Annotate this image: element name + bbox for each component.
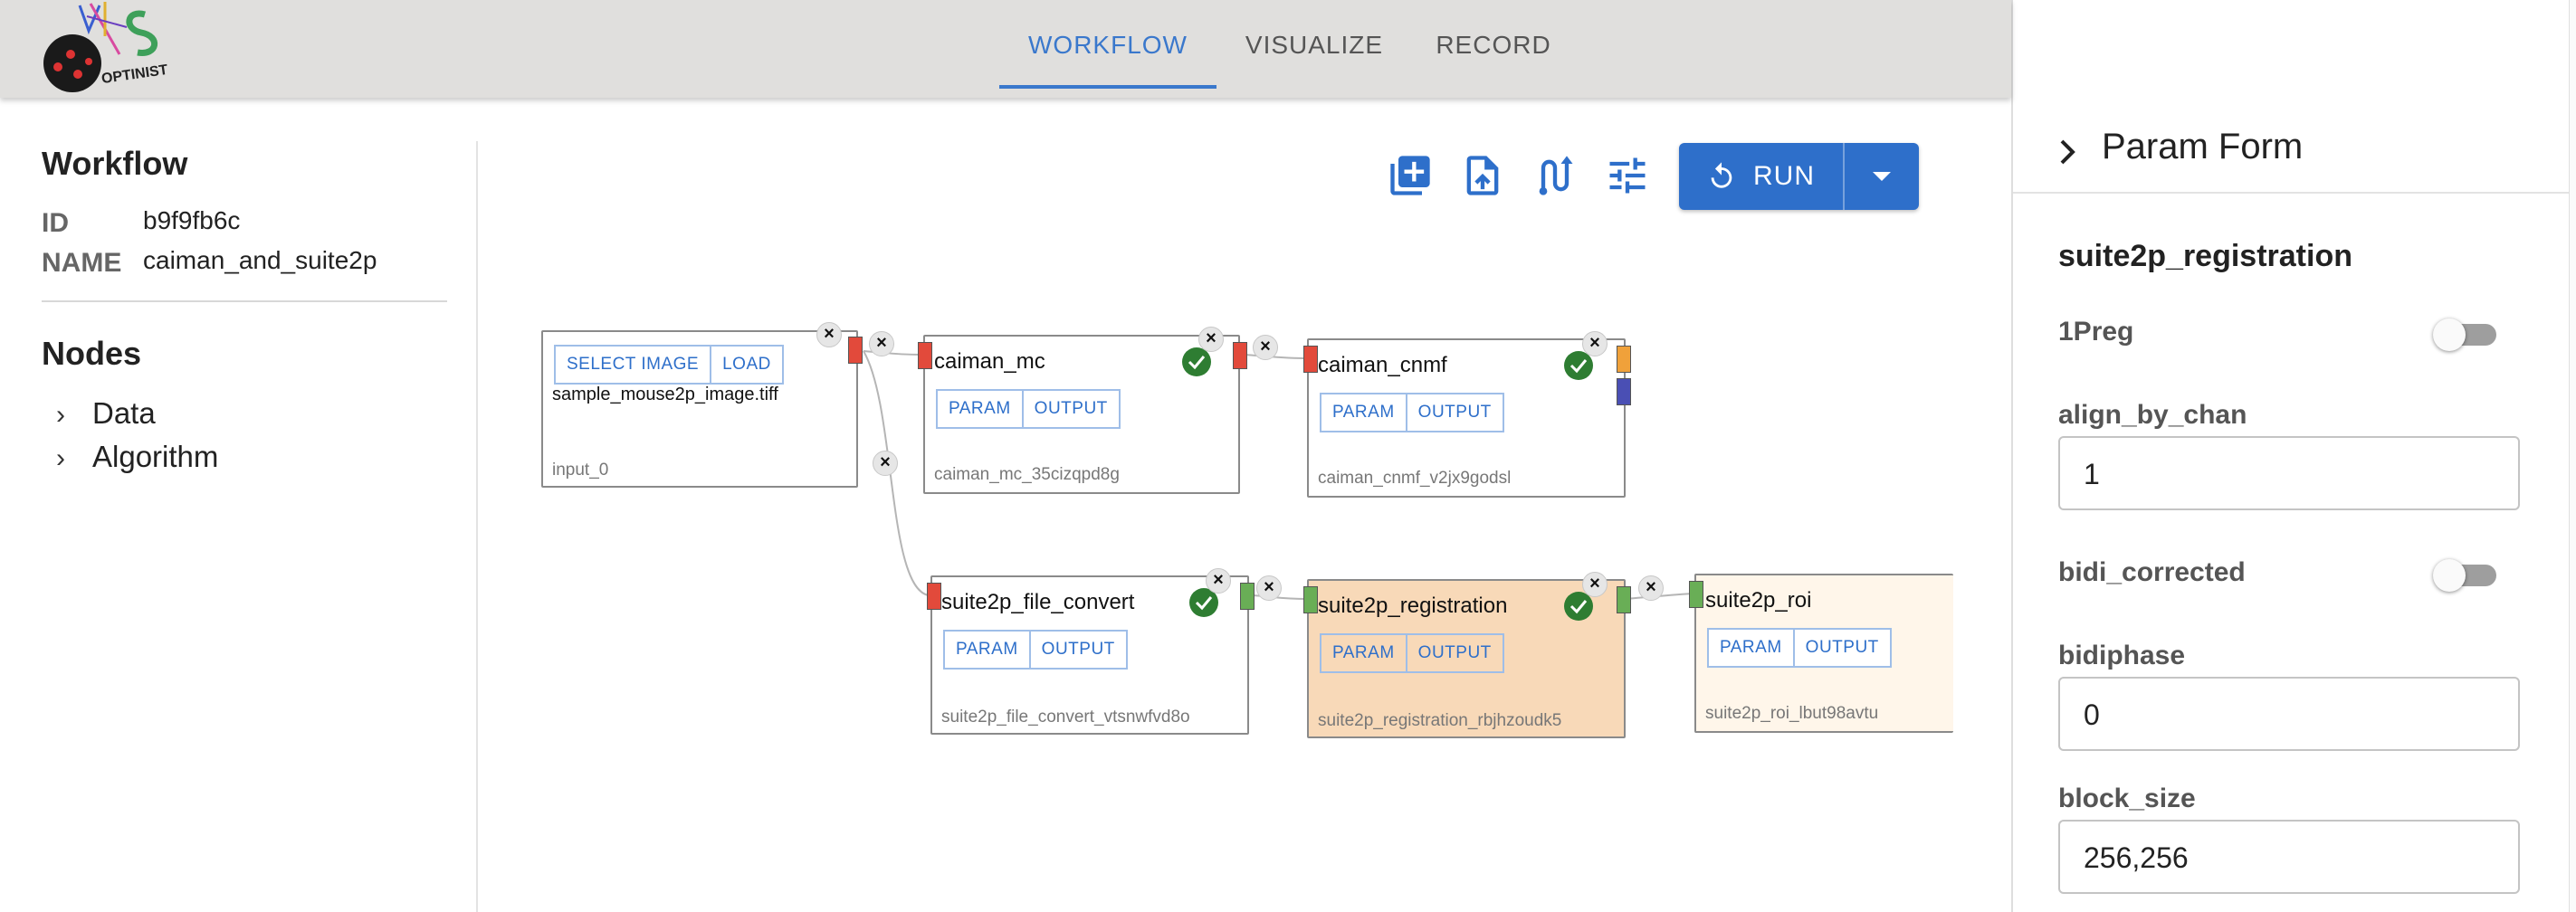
delete-node-icon[interactable]: × <box>1198 327 1224 352</box>
success-check-icon <box>1564 592 1593 621</box>
workflow-heading: Workflow <box>42 145 188 182</box>
output-button[interactable]: OUTPUT <box>1407 633 1504 673</box>
output-handle[interactable] <box>1617 378 1631 405</box>
run-label: RUN <box>1753 161 1815 191</box>
tab-workflow[interactable]: WORKFLOW <box>999 31 1216 59</box>
param-label-1preg: 1Preg <box>2058 317 2134 347</box>
input-handle[interactable] <box>927 583 941 610</box>
output-handle[interactable] <box>1617 586 1631 613</box>
workflow-id-value: b9f9fb6c <box>143 206 241 234</box>
input-handle[interactable] <box>1689 581 1703 608</box>
input-handle[interactable] <box>1303 346 1318 373</box>
param-form-header[interactable]: Param Form <box>2013 118 2576 194</box>
tab-visualize[interactable]: VISUALIZE <box>1224 31 1405 59</box>
delete-edge-icon[interactable]: × <box>1253 335 1278 360</box>
delete-edge-icon[interactable]: × <box>1638 575 1664 601</box>
delete-edge-icon[interactable]: × <box>1256 575 1282 601</box>
param-button[interactable]: PARAM <box>1320 393 1407 432</box>
algo-node-suite2p-roi[interactable]: suite2p_roi PARAM OUTPUT suite2p_roi_lbu… <box>1694 574 1953 733</box>
output-button[interactable]: OUTPUT <box>1023 389 1121 429</box>
caret-down-icon <box>1873 172 1891 181</box>
scrollbar[interactable] <box>2569 0 2576 912</box>
delete-node-icon[interactable]: × <box>816 322 842 347</box>
param-label-bidiphase: bidiphase <box>2058 641 2186 670</box>
node-id: caiman_cnmf_v2jx9godsl <box>1318 469 1512 488</box>
active-tab-indicator <box>999 85 1216 89</box>
run-button[interactable]: RUN <box>1679 143 1919 210</box>
output-button[interactable]: OUTPUT <box>1030 630 1128 670</box>
param-form-panel: Param Form suite2p_registration 1Preg al… <box>2011 0 2576 912</box>
tree-item-algorithm[interactable]: › Algorithm <box>56 440 218 476</box>
run-dropdown-button[interactable] <box>1845 143 1919 210</box>
delete-edge-icon[interactable]: × <box>869 331 894 356</box>
param-button[interactable]: PARAM <box>943 630 1031 670</box>
tree-item-data[interactable]: › Data <box>56 396 156 432</box>
output-handle[interactable] <box>1233 342 1247 369</box>
panel-divider <box>476 141 478 912</box>
param-label-align-by-chan: align_by_chan <box>2058 400 2247 430</box>
node-id: caiman_mc_35cizqpd8g <box>934 465 1120 484</box>
output-handle[interactable] <box>1240 583 1255 610</box>
param-button[interactable]: PARAM <box>936 389 1024 429</box>
workflow-name-value: caiman_and_suite2p <box>143 246 377 274</box>
param-input-block-size[interactable]: 256,256 <box>2058 820 2520 894</box>
node-id: input_0 <box>552 461 609 480</box>
success-check-icon <box>1564 351 1593 380</box>
node-title: suite2p_roi <box>1705 588 1812 613</box>
param-toggle-1preg[interactable] <box>2433 315 2502 351</box>
select-image-button[interactable]: SELECT IMAGE <box>554 345 712 385</box>
add-box-icon[interactable] <box>1387 152 1434 199</box>
nodes-heading: Nodes <box>42 335 142 372</box>
output-button[interactable]: OUTPUT <box>1794 628 1892 668</box>
left-panel: Workflow ID b9f9fb6c NAME caiman_and_sui… <box>0 98 476 912</box>
run-main-button[interactable]: RUN <box>1679 143 1842 210</box>
replay-icon <box>1711 162 1732 188</box>
param-button[interactable]: PARAM <box>1707 628 1795 668</box>
node-id: suite2p_roi_lbut98avtu <box>1705 704 1879 723</box>
delete-node-icon[interactable]: × <box>1206 568 1231 594</box>
chevron-right-icon[interactable] <box>2055 134 2080 170</box>
node-title: suite2p_file_convert <box>941 590 1135 614</box>
route-icon[interactable] <box>1531 152 1579 199</box>
node-id: suite2p_file_convert_vtsnwfvd8o <box>941 708 1190 727</box>
tree-item-label: Data <box>92 396 156 430</box>
workflow-id-label: ID <box>42 208 69 238</box>
load-button[interactable]: LOAD <box>711 345 784 385</box>
success-check-icon <box>1182 347 1211 376</box>
node-title: caiman_cnmf <box>1318 353 1447 377</box>
algorithm-name: suite2p_registration <box>2058 239 2352 273</box>
divider <box>42 300 447 302</box>
input-handle[interactable] <box>1303 586 1318 613</box>
app-header: OPTINIST WORKFLOW VISUALIZE RECORD <box>0 0 2011 98</box>
tab-record[interactable]: RECORD <box>1421 31 1566 59</box>
param-form-title: Param Form <box>2102 127 2304 166</box>
output-handle[interactable] <box>1617 346 1631 373</box>
divider <box>2013 192 2576 194</box>
param-input-align-by-chan[interactable]: 1 <box>2058 436 2520 510</box>
delete-node-icon[interactable]: × <box>1582 572 1608 597</box>
tree-item-label: Algorithm <box>92 440 219 473</box>
delete-node-icon[interactable]: × <box>1582 331 1608 356</box>
output-button[interactable]: OUTPUT <box>1407 393 1504 432</box>
chevron-right-icon: › <box>56 400 65 430</box>
delete-edge-icon[interactable]: × <box>873 451 898 476</box>
node-title: suite2p_registration <box>1318 594 1508 618</box>
optinist-logo: OPTINIST <box>36 0 181 94</box>
tune-icon[interactable] <box>1604 152 1651 199</box>
param-label-block-size: block_size <box>2058 784 2196 813</box>
param-button[interactable]: PARAM <box>1320 633 1407 673</box>
input-file-name: sample_mouse2p_image.tiff <box>552 385 778 404</box>
workflow-name-label: NAME <box>42 248 122 278</box>
param-toggle-bidi-corrected[interactable] <box>2433 556 2502 592</box>
input-node[interactable]: SELECT IMAGE LOAD sample_mouse2p_image.t… <box>541 330 858 488</box>
output-handle[interactable] <box>848 337 863 364</box>
upload-file-icon[interactable] <box>1459 152 1506 199</box>
node-title: caiman_mc <box>934 349 1045 374</box>
input-handle[interactable] <box>918 342 932 369</box>
node-id: suite2p_registration_rbjhzoudk5 <box>1318 711 1562 730</box>
param-input-bidiphase[interactable]: 0 <box>2058 677 2520 751</box>
param-label-bidi-corrected: bidi_corrected <box>2058 557 2246 587</box>
chevron-right-icon: › <box>56 443 65 473</box>
